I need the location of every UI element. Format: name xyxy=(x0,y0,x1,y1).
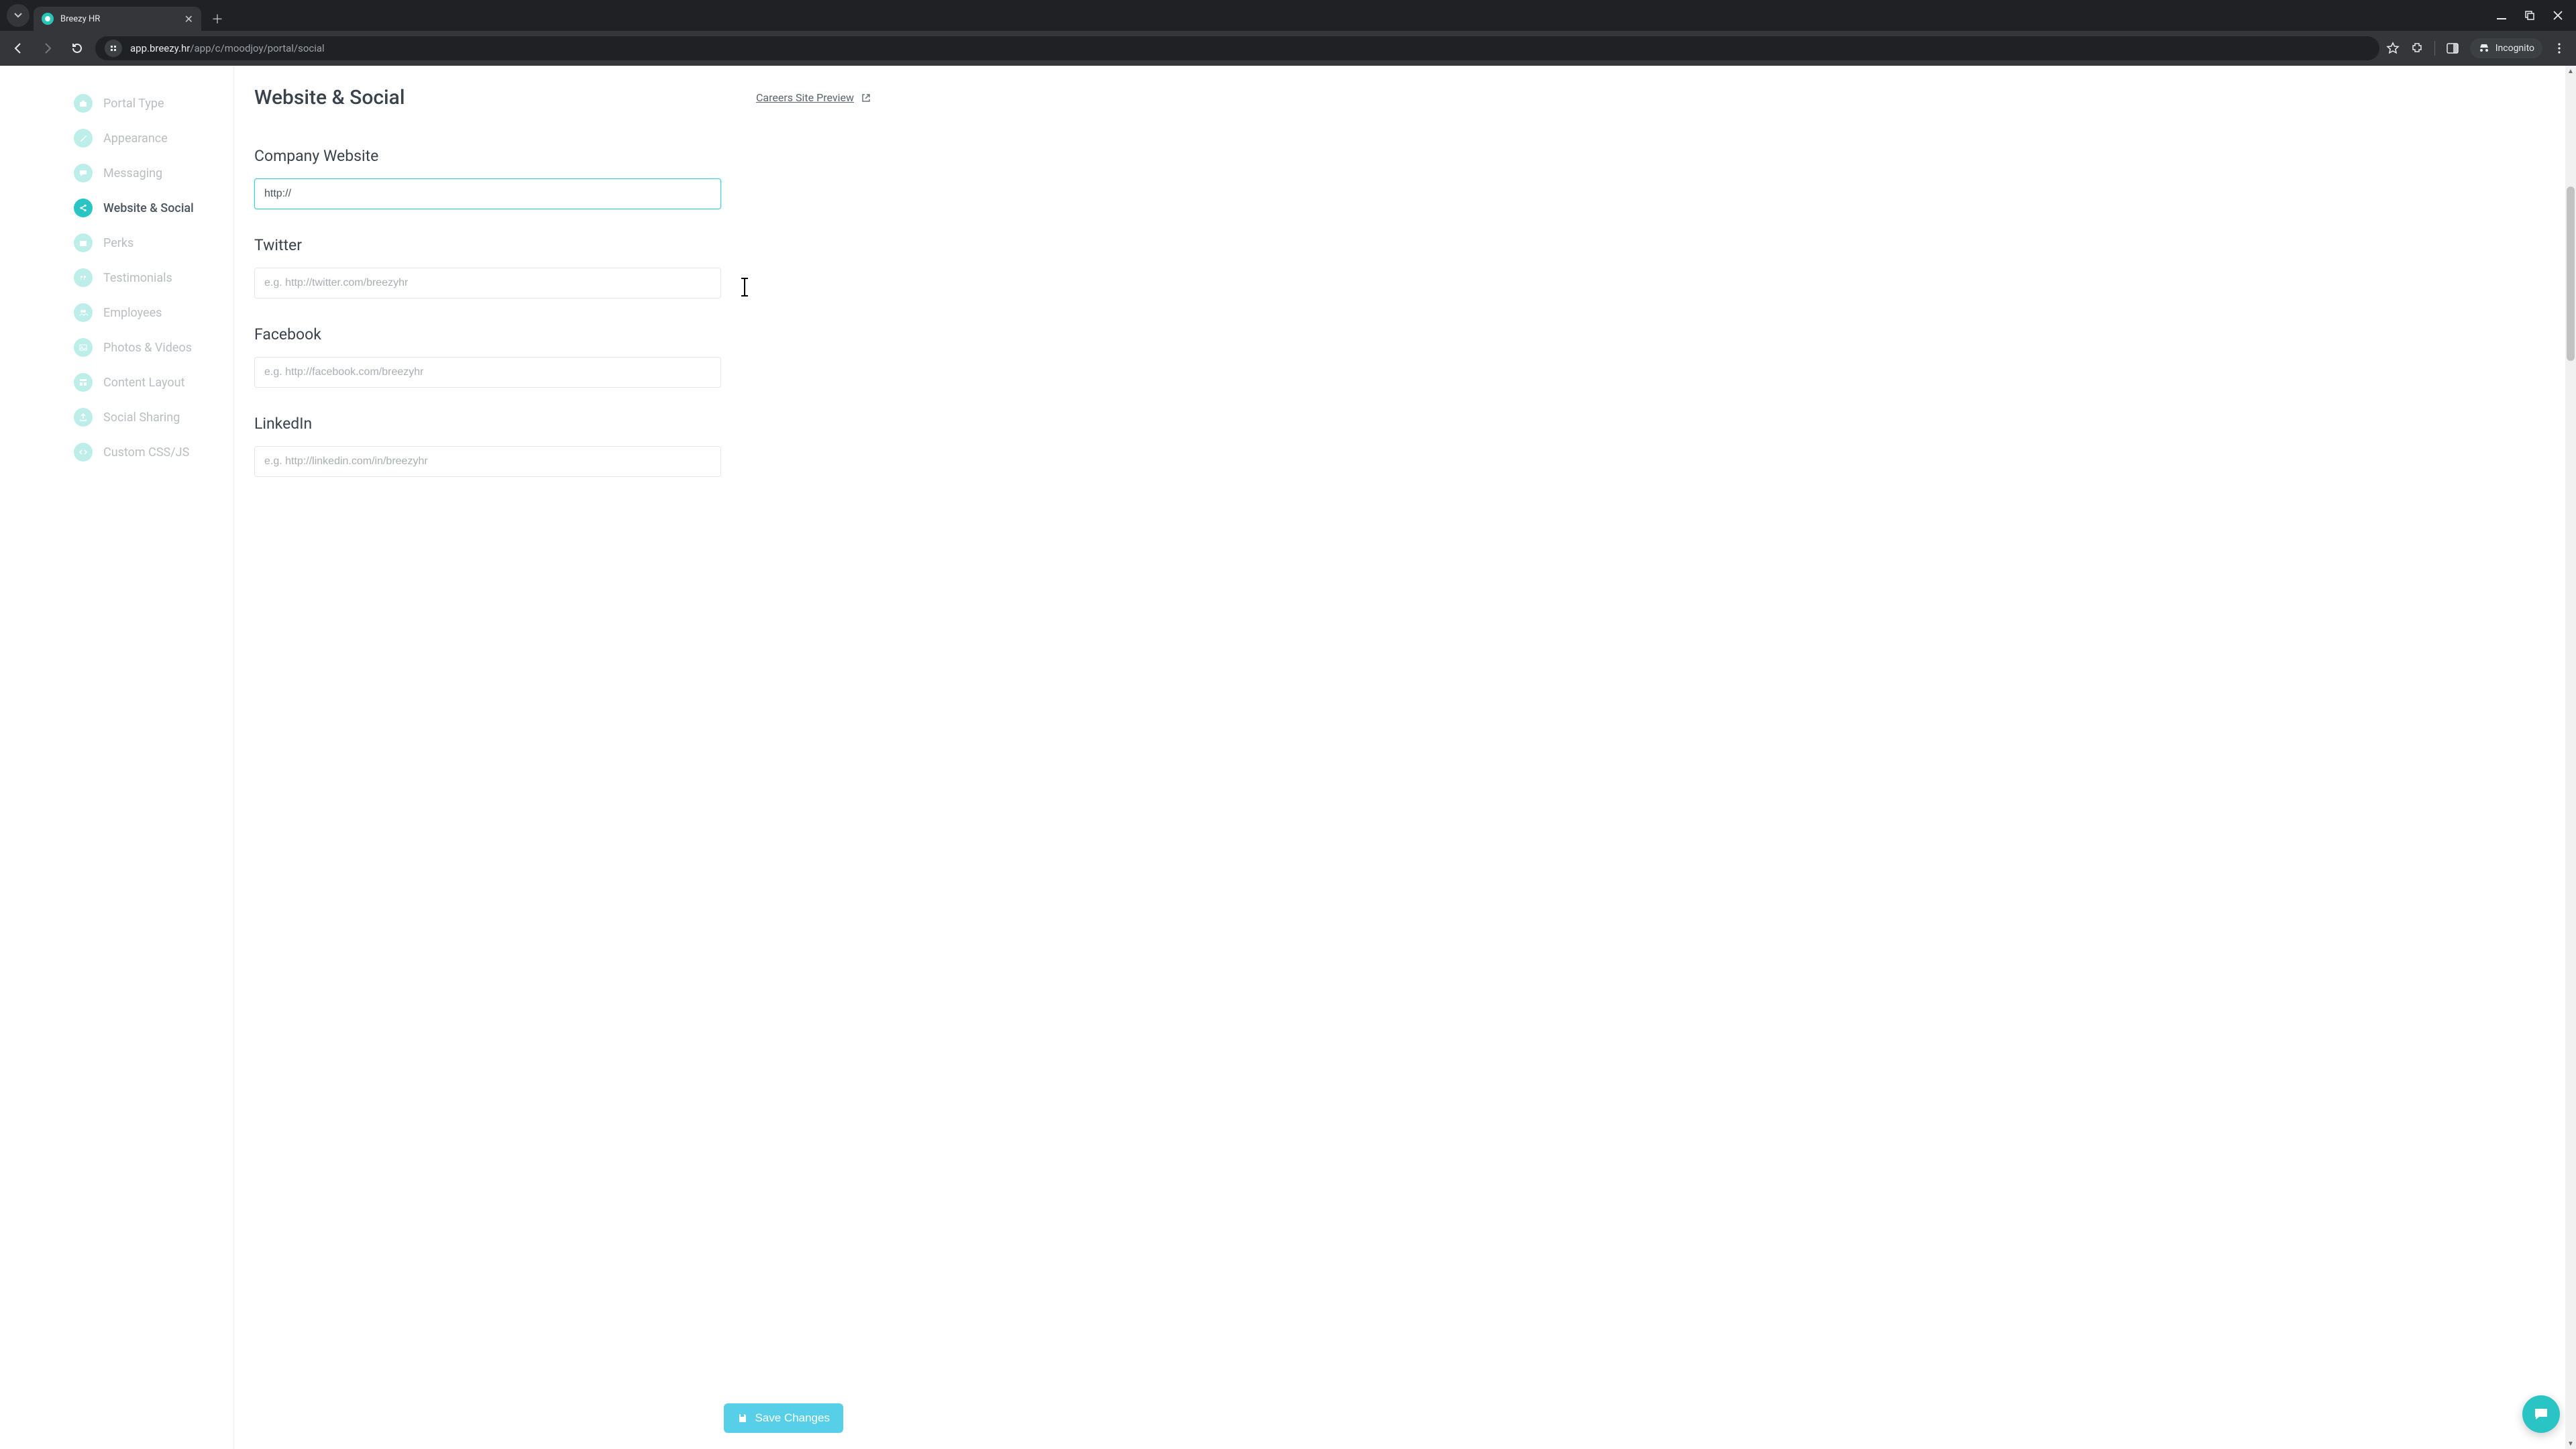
site-favicon xyxy=(42,13,54,25)
field-label: Company Website xyxy=(254,147,871,165)
brush-icon xyxy=(74,129,93,148)
tab-search-button[interactable] xyxy=(7,4,30,27)
chevron-down-icon xyxy=(14,11,22,19)
external-link-icon xyxy=(861,93,871,103)
chat-bubble-icon xyxy=(2532,1405,2550,1423)
incognito-icon xyxy=(2478,42,2490,54)
page-title: Website & Social xyxy=(254,86,405,109)
sidebar-item-label: Social Sharing xyxy=(103,411,180,425)
sidebar-item-label: Employees xyxy=(103,306,162,320)
sidebar-item-appearance[interactable]: Appearance xyxy=(74,121,233,156)
field-facebook: Facebook xyxy=(254,325,871,388)
sidebar-item-employees[interactable]: Employees xyxy=(74,295,233,330)
save-button-label: Save Changes xyxy=(755,1411,830,1425)
browser-toolbar: app.breezy.hr/app/c/moodjoy/portal/socia… xyxy=(0,31,2576,66)
share-icon xyxy=(74,199,93,217)
tab-title: Breezy HR xyxy=(60,14,178,24)
facebook-input[interactable] xyxy=(254,357,721,388)
sidebar-item-label: Portal Type xyxy=(103,97,164,111)
field-company-website: Company Website xyxy=(254,147,871,209)
forward-button[interactable] xyxy=(36,37,59,60)
linkedin-input[interactable] xyxy=(254,446,721,477)
toolbar-right: Incognito xyxy=(2386,38,2569,58)
sidebar-item-testimonials[interactable]: Testimonials xyxy=(74,260,233,295)
chat-fab-button[interactable] xyxy=(2522,1395,2560,1433)
sidebar-item-label: Appearance xyxy=(103,131,168,146)
reload-button[interactable] xyxy=(66,37,89,60)
browser-menu-button[interactable] xyxy=(2553,42,2565,54)
sidebar-item-label: Perks xyxy=(103,236,133,250)
incognito-indicator[interactable]: Incognito xyxy=(2470,38,2542,58)
scroll-thumb[interactable] xyxy=(2567,186,2575,361)
sidebar-item-website-social[interactable]: Website & Social xyxy=(74,191,233,225)
scroll-up-arrow[interactable]: ▲ xyxy=(2565,66,2576,76)
left-gutter xyxy=(0,66,74,1449)
window-controls xyxy=(2497,0,2576,31)
sidepanel-button[interactable] xyxy=(2446,42,2459,55)
maximize-button[interactable] xyxy=(2525,11,2534,20)
careers-preview-link[interactable]: Careers Site Preview xyxy=(756,91,871,104)
sidebar-item-label: Content Layout xyxy=(103,376,184,390)
field-linkedin: LinkedIn xyxy=(254,415,871,477)
browser-chrome: Breezy HR ✕ ＋ xyxy=(0,0,2576,66)
chat-icon xyxy=(74,164,93,182)
extensions-button[interactable] xyxy=(2410,42,2424,55)
site-info-button[interactable] xyxy=(105,40,122,57)
sidebar-item-label: Messaging xyxy=(103,166,162,180)
sidebar-item-label: Photos & Videos xyxy=(103,341,192,355)
toolbar-separator xyxy=(2434,41,2435,56)
sidebar-item-label: Custom CSS/JS xyxy=(103,445,189,460)
minimize-button[interactable] xyxy=(2497,11,2506,20)
sidebar-item-label: Testimonials xyxy=(103,271,172,285)
settings-sidebar: Portal Type Appearance Messaging Website… xyxy=(74,66,233,1449)
layout-icon xyxy=(74,373,93,392)
bookmark-button[interactable] xyxy=(2386,42,2400,55)
sidebar-item-social-sharing[interactable]: Social Sharing xyxy=(74,400,233,435)
browser-tab[interactable]: Breezy HR ✕ xyxy=(34,7,201,31)
sidebar-item-portal-type[interactable]: Portal Type xyxy=(74,86,233,121)
vertical-scrollbar[interactable]: ▲ ▼ xyxy=(2565,66,2576,1449)
main-header: Website & Social Careers Site Preview xyxy=(254,86,871,109)
url-text: app.breezy.hr/app/c/moodjoy/portal/socia… xyxy=(130,42,325,54)
save-icon xyxy=(737,1413,748,1424)
close-tab-button[interactable]: ✕ xyxy=(184,13,193,25)
sidebar-item-photos-videos[interactable]: Photos & Videos xyxy=(74,330,233,365)
page-body: Portal Type Appearance Messaging Website… xyxy=(0,66,2576,1449)
sidebar-item-messaging[interactable]: Messaging xyxy=(74,156,233,191)
url-host: app.breezy.hr xyxy=(130,42,190,54)
gift-icon xyxy=(74,233,93,252)
code-icon xyxy=(74,443,93,462)
tab-strip: Breezy HR ✕ ＋ xyxy=(0,0,2576,31)
new-tab-button[interactable]: ＋ xyxy=(208,9,227,28)
share-alt-icon xyxy=(74,408,93,427)
preview-link-label: Careers Site Preview xyxy=(756,91,854,104)
main-content: Website & Social Careers Site Preview Co… xyxy=(234,66,892,1449)
sidebar-item-custom-css-js[interactable]: Custom CSS/JS xyxy=(74,435,233,470)
briefcase-icon xyxy=(74,94,93,113)
people-icon xyxy=(74,303,93,322)
incognito-label: Incognito xyxy=(2496,43,2534,54)
field-label: Facebook xyxy=(254,325,871,343)
address-bar[interactable]: app.breezy.hr/app/c/moodjoy/portal/socia… xyxy=(95,36,2379,60)
scroll-down-arrow[interactable]: ▼ xyxy=(2565,1438,2576,1449)
field-twitter: Twitter xyxy=(254,236,871,299)
sidebar-item-label: Website & Social xyxy=(103,201,194,215)
photo-icon xyxy=(74,338,93,357)
twitter-input[interactable] xyxy=(254,268,721,299)
url-path: /app/c/moodjoy/portal/social xyxy=(190,42,324,54)
field-label: Twitter xyxy=(254,236,871,254)
quote-icon xyxy=(74,268,93,287)
sidebar-item-content-layout[interactable]: Content Layout xyxy=(74,365,233,400)
save-changes-button[interactable]: Save Changes xyxy=(724,1403,843,1433)
sidebar-item-perks[interactable]: Perks xyxy=(74,225,233,260)
company-website-input[interactable] xyxy=(254,178,721,209)
close-window-button[interactable] xyxy=(2553,11,2563,20)
field-label: LinkedIn xyxy=(254,415,871,433)
back-button[interactable] xyxy=(7,37,30,60)
